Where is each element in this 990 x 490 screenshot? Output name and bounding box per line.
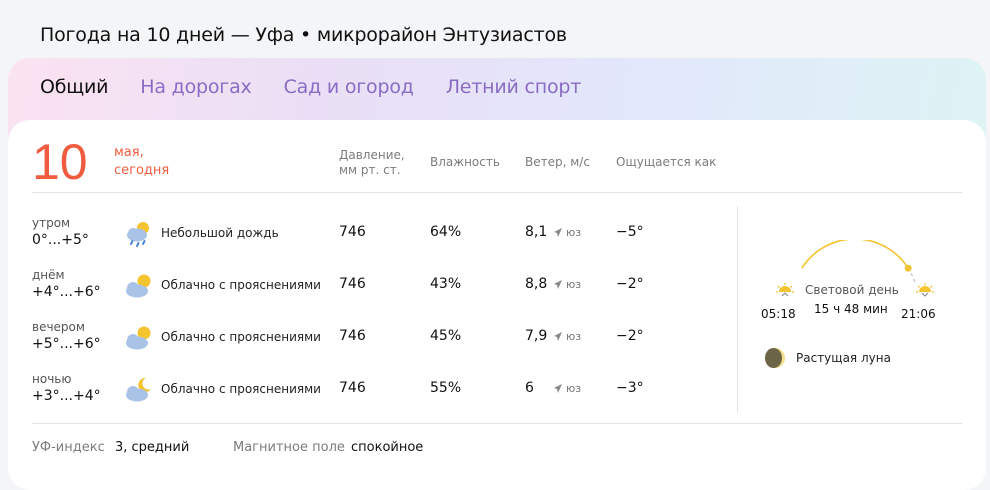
row-wind-direction: юз [566, 330, 582, 343]
tabs-bar: Общий На дорогах Сад и огород Летний спо… [40, 76, 613, 98]
row-wind-speed: 6 [525, 380, 534, 396]
row-wind-direction: юз [566, 278, 582, 291]
row-condition: Облачно с прояснениями [161, 382, 321, 396]
footer-divider [32, 423, 962, 424]
row-condition: Облачно с прояснениями [161, 278, 321, 292]
row-wind-speed: 8,8 [525, 276, 548, 292]
magnetic-label: Магнитное поле [233, 440, 345, 455]
header-feels: Ощущается как [616, 155, 717, 169]
date-label: мая, сегодня [114, 144, 169, 180]
row-humidity: 45% [430, 328, 462, 344]
row-part: вечером [32, 320, 85, 334]
forecast-row-evening: вечером +5°...+6° Облачно с прояснениями… [8, 320, 738, 372]
daylight-arc [776, 240, 934, 297]
header-pressure-line2: мм рт. ст. [339, 163, 401, 177]
wind-arrow-icon [554, 280, 562, 289]
row-condition: Небольшой дождь [161, 226, 279, 240]
row-temp: 0°...+5° [32, 232, 89, 248]
row-feels: −3° [616, 380, 644, 396]
sunset-icon [916, 283, 934, 297]
row-feels: −2° [616, 328, 644, 344]
header-divider [32, 192, 962, 193]
row-temp: +5°...+6° [32, 336, 101, 352]
moon-phase-icon [765, 348, 785, 368]
rain-cloud-sun-icon [127, 222, 149, 247]
header-humidity: Влажность [430, 155, 500, 169]
row-wind-direction: юз [566, 382, 582, 395]
row-humidity: 55% [430, 380, 462, 396]
wind-arrow-icon [554, 384, 562, 393]
tab-roads[interactable]: На дорогах [140, 76, 251, 98]
partly-cloudy-night-icon [126, 377, 151, 402]
day-card: 10 мая, сегодня Давление, мм рт. ст. Вла… [8, 120, 986, 490]
forecast-row-day: днём +4°...+6° Облачно с прояснениями 74… [8, 268, 738, 320]
row-temp: +3°...+4° [32, 388, 101, 404]
date-month: мая, [114, 145, 144, 160]
row-feels: −5° [616, 224, 644, 240]
tab-garden[interactable]: Сад и огород [284, 76, 414, 98]
header-wind: Ветер, м/с [525, 155, 590, 169]
row-wind-direction: юз [566, 226, 582, 239]
row-part: днём [32, 268, 65, 282]
row-wind-speed: 8,1 [525, 224, 548, 240]
wind-arrow-icon [554, 332, 562, 341]
wind-arrow-icon [554, 228, 562, 237]
header-pressure-line1: Давление, [339, 148, 405, 162]
partly-cloudy-icon [126, 274, 151, 298]
date-day: 10 [32, 134, 88, 190]
row-humidity: 64% [430, 224, 462, 240]
row-part: утром [32, 216, 71, 230]
sunrise-time: 05:18 [761, 307, 796, 321]
row-pressure: 746 [339, 224, 366, 240]
daylight-value: 15 ч 48 мин [814, 302, 888, 316]
uv-value: 3, средний [115, 440, 190, 455]
forecast-row-morning: утром 0°...+5° Небольшой дождь 746 64% 8… [8, 216, 738, 268]
row-condition: Облачно с прояснениями [161, 330, 321, 344]
daylight-arc-elapsed [801, 240, 909, 269]
header-pressure: Давление, мм рт. ст. [339, 148, 405, 178]
sunset-time: 21:06 [901, 307, 936, 321]
page-title: Погода на 10 дней — Уфа • микрорайон Энт… [40, 24, 567, 46]
row-temp: +4°...+6° [32, 284, 101, 300]
daylight-label: Световой день [805, 283, 899, 297]
sun-position-icon [904, 264, 912, 272]
row-pressure: 746 [339, 328, 366, 344]
weather-panel: Общий На дорогах Сад и огород Летний спо… [8, 58, 986, 490]
sunrise-icon [776, 283, 794, 297]
row-wind-speed: 7,9 [525, 328, 548, 344]
date-relative: сегодня [114, 163, 170, 178]
row-pressure: 746 [339, 380, 366, 396]
uv-label: УФ-индекс [32, 440, 105, 455]
row-pressure: 746 [339, 276, 366, 292]
tab-general[interactable]: Общий [40, 76, 108, 98]
moon-phase-label: Растущая луна [796, 351, 891, 365]
magnetic-value: спокойное [351, 440, 424, 455]
partly-cloudy-icon [126, 326, 151, 350]
row-feels: −2° [616, 276, 644, 292]
section-divider [737, 206, 738, 412]
tab-summer-sport[interactable]: Летний спорт [446, 76, 582, 98]
row-humidity: 43% [430, 276, 462, 292]
row-part: ночью [32, 372, 72, 386]
forecast-row-night: ночью +3°...+4° Облачно с прояснениями 7… [8, 372, 738, 424]
